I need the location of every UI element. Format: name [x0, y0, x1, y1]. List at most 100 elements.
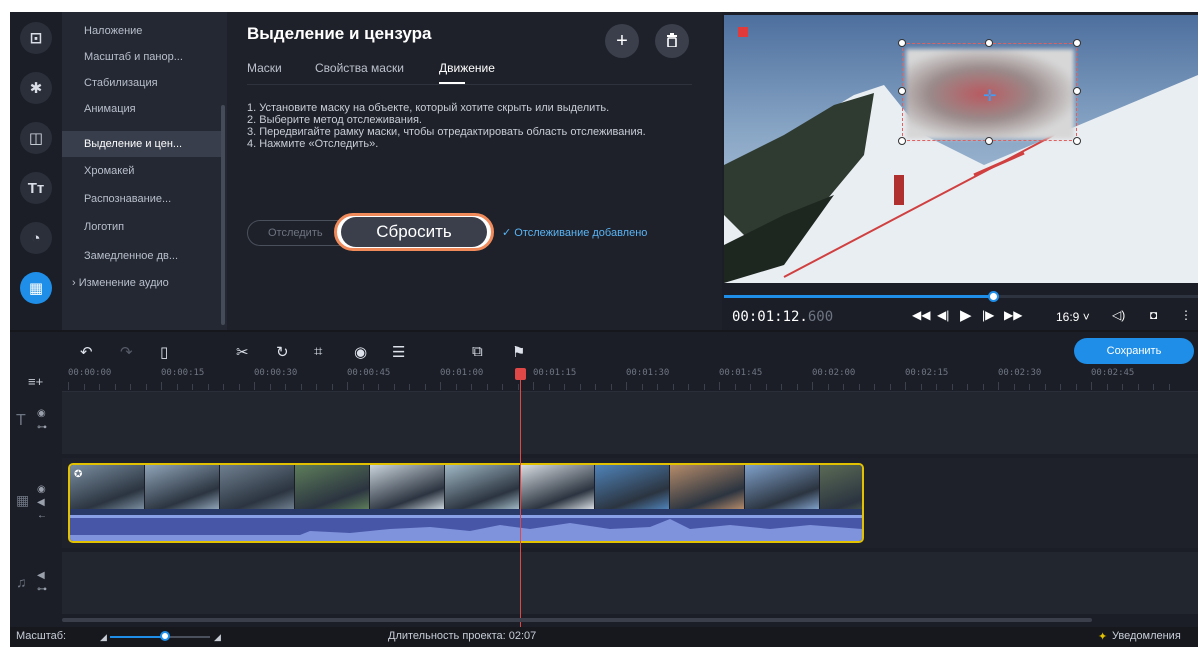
project-duration: Длительность проекта: 02:07 [388, 630, 537, 642]
tool-icon-bar: ⊡ ✱ ◫ Tт ◔ ▦ [10, 12, 62, 330]
color-adjust-icon[interactable]: ◉ [354, 343, 367, 361]
sidebar-item-pan-zoom[interactable]: Масштаб и панор... [62, 44, 222, 70]
stickers-icon[interactable]: ◔ [20, 222, 52, 254]
ruler-tick [874, 384, 875, 390]
marker-flag-icon[interactable]: ⚑ [512, 343, 525, 361]
mute-icon[interactable]: ◀ [37, 497, 45, 508]
timeline-horizontal-scrollbar[interactable] [62, 618, 1092, 622]
ruler-tick [83, 384, 85, 390]
tab-masks[interactable]: Маски [247, 61, 282, 75]
ruler-label: 00:02:30 [998, 368, 1042, 378]
title-track[interactable] [62, 392, 1198, 454]
undo-icon[interactable]: ↶ [80, 343, 93, 361]
ruler-tick [130, 384, 131, 390]
visibility-icon[interactable]: ◉ [37, 408, 46, 419]
title-track-icon: T [16, 412, 26, 429]
clip-thumbnail [670, 465, 745, 509]
sidebar-item-animation[interactable]: Анимация [62, 96, 222, 122]
ruler-tick [378, 384, 379, 390]
ruler-tick [99, 384, 100, 390]
volume-icon[interactable]: ◁) [1112, 308, 1125, 322]
save-button[interactable]: Сохранить [1074, 338, 1194, 364]
titles-icon[interactable]: Tт [20, 172, 52, 204]
cut-icon[interactable]: ✂ [236, 343, 249, 361]
sidebar-item-stabilization[interactable]: Стабилизация [62, 70, 222, 96]
zoom-slider-knob[interactable] [160, 631, 170, 641]
zoom-out-icon[interactable]: ◢ [100, 632, 107, 643]
sidebar-item-overlay[interactable]: Наложение [62, 18, 222, 44]
sidebar-item-recognition[interactable]: Распознавание... [62, 186, 222, 212]
playback-progress-knob[interactable] [988, 291, 1000, 302]
mute-icon[interactable]: ◀ [37, 570, 45, 581]
prev-frame-icon[interactable]: ◀| [937, 308, 949, 322]
crop-icon[interactable]: ⌗ [314, 343, 322, 360]
video-preview[interactable]: ✛ [724, 15, 1198, 283]
mask-resize-handle[interactable] [985, 39, 993, 47]
link-icon[interactable]: ⊶ [37, 422, 47, 433]
effects-icon[interactable]: ✱ [20, 72, 52, 104]
ruler-tick [1106, 384, 1108, 390]
aspect-ratio-select[interactable]: 16:9 ˅ [1056, 310, 1090, 324]
ruler-tick [889, 384, 891, 390]
more-tools-icon[interactable]: ▦ [20, 272, 52, 304]
ruler-tick [595, 384, 596, 390]
ruler-tick [316, 384, 317, 390]
sidebar-item-highlight-censor[interactable]: Выделение и цен... [62, 131, 222, 157]
overlay-icon[interactable]: ⧉ [472, 343, 483, 360]
link-icon[interactable]: ← [37, 510, 47, 521]
clip-properties-icon[interactable]: ☰ [392, 343, 405, 361]
tab-motion[interactable]: Движение [439, 61, 495, 75]
visibility-icon[interactable]: ◉ [37, 484, 46, 495]
next-frame-icon[interactable]: |▶ [982, 308, 994, 322]
ruler-label: 00:01:00 [440, 368, 484, 378]
rotate-icon[interactable]: ↻ [276, 343, 289, 361]
playhead-line [520, 376, 521, 634]
ruler-tick [765, 384, 767, 390]
notifications-link[interactable]: Уведомления [1112, 630, 1181, 642]
mask-resize-handle[interactable] [898, 87, 906, 95]
import-icon[interactable]: ⊡ [20, 22, 52, 54]
skip-end-icon[interactable]: ▶▶ [1004, 308, 1022, 322]
ruler-tick [610, 384, 612, 390]
mask-resize-handle[interactable] [898, 39, 906, 47]
sidebar-item-slow-motion[interactable]: Замедленное дв... [62, 243, 222, 269]
add-track-icon[interactable]: ≡+ [28, 374, 43, 389]
transitions-icon[interactable]: ◫ [20, 122, 52, 154]
play-icon[interactable]: ▶ [960, 306, 972, 324]
ruler-tick [161, 382, 162, 390]
ruler-tick [393, 384, 395, 390]
skip-start-icon[interactable]: ◀◀ [912, 308, 930, 322]
reset-button[interactable]: Сбросить [341, 217, 487, 247]
star-icon: ✪ [74, 469, 83, 480]
audio-track[interactable] [62, 552, 1198, 614]
ruler-tick [1075, 384, 1077, 390]
snapshot-icon[interactable]: ◘ [1150, 308, 1157, 322]
sidebar-scrollbar[interactable] [221, 105, 225, 325]
notifications-icon[interactable]: ✦ [1098, 630, 1107, 643]
tab-mask-properties[interactable]: Свойства маски [315, 61, 404, 75]
sidebar-item-audio-change[interactable]: › Изменение аудио [62, 270, 222, 296]
ruler-tick [672, 384, 674, 390]
delete-icon[interactable]: ▯ [160, 343, 168, 361]
instruction-step: 1. Установите маску на объекте, который … [247, 102, 610, 114]
video-clip[interactable]: ✪ [68, 463, 864, 543]
link-icon[interactable]: ⊶ [37, 584, 47, 595]
redo-icon[interactable]: ↷ [120, 343, 133, 361]
mask-resize-handle[interactable] [1073, 87, 1081, 95]
sidebar-item-chroma-key[interactable]: Хромакей [62, 158, 222, 184]
delete-mask-button[interactable] [655, 24, 689, 58]
add-mask-button[interactable]: + [605, 24, 639, 58]
mask-resize-handle[interactable] [898, 137, 906, 145]
sidebar-item-logo[interactable]: Логотип [62, 214, 222, 240]
ruler-label: 00:02:15 [905, 368, 949, 378]
ruler-tick [734, 384, 736, 390]
mask-center-icon[interactable]: ✛ [983, 86, 996, 106]
ruler-tick [471, 384, 472, 390]
playhead-handle[interactable] [515, 368, 526, 380]
more-options-icon[interactable]: ⋮ [1180, 308, 1192, 322]
zoom-in-icon[interactable]: ◢ [214, 632, 221, 643]
mask-resize-handle[interactable] [1073, 137, 1081, 145]
mask-resize-handle[interactable] [985, 137, 993, 145]
volume-line[interactable] [70, 515, 862, 518]
mask-resize-handle[interactable] [1073, 39, 1081, 47]
